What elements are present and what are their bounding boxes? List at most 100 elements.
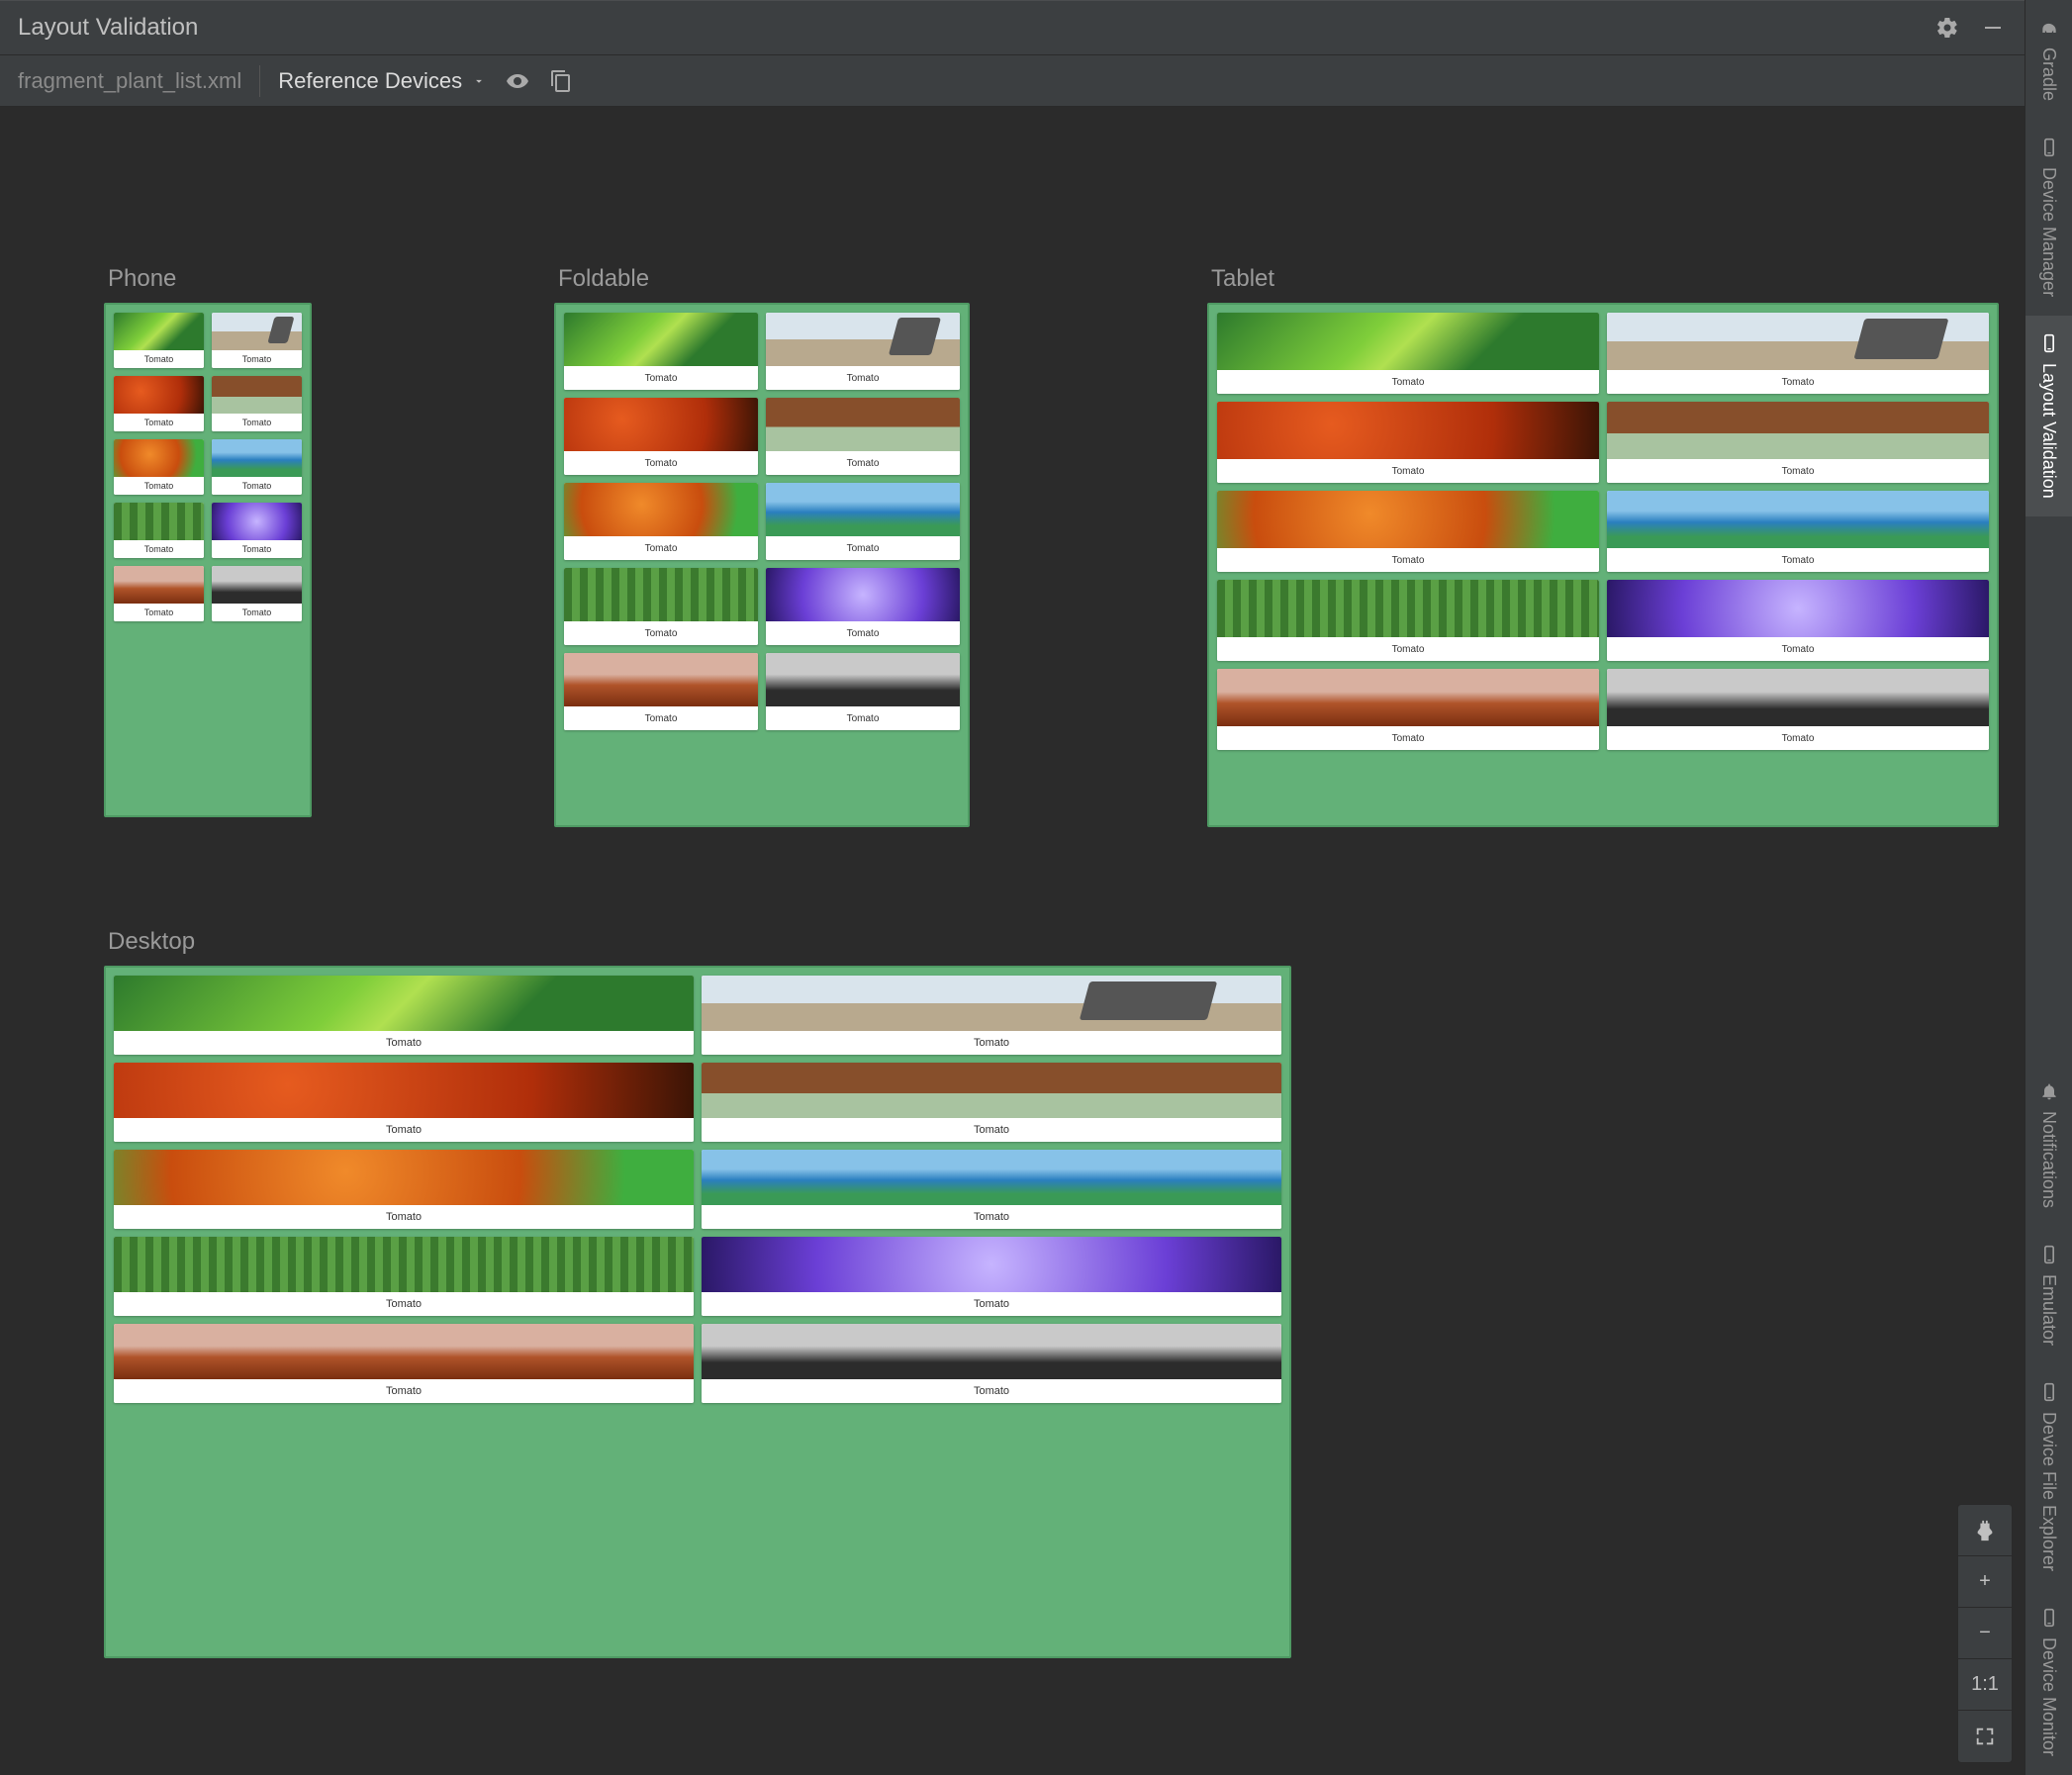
minimize-icon[interactable] [1979, 14, 2007, 42]
zoom-in-button[interactable]: + [1958, 1556, 2012, 1608]
rail-tab-emulator[interactable]: Emulator [2025, 1227, 2072, 1364]
phone-icon [2038, 1608, 2059, 1628]
plant-image [1607, 313, 1989, 370]
preview-group-foldable[interactable]: FoldableTomatoTomatoTomatoTomatoTomatoTo… [554, 265, 970, 827]
plant-card[interactable]: Tomato [114, 1063, 694, 1142]
right-tool-rail: GradleDevice ManagerLayout Validation Not… [2025, 0, 2072, 1775]
plant-image [1607, 580, 1989, 637]
plant-image [766, 313, 960, 366]
plant-card[interactable]: Tomato [766, 653, 960, 730]
plant-card[interactable]: Tomato [564, 313, 758, 390]
plant-card[interactable]: Tomato [114, 1324, 694, 1403]
plant-card[interactable]: Tomato [114, 313, 204, 368]
plant-label: Tomato [114, 1205, 694, 1229]
plant-image [702, 976, 1281, 1031]
plant-label: Tomato [114, 604, 204, 621]
plant-label: Tomato [114, 414, 204, 431]
plant-image [1217, 491, 1599, 548]
preview-group-phone[interactable]: PhoneTomatoTomatoTomatoTomatoTomatoTomat… [104, 265, 312, 817]
plant-card[interactable]: Tomato [564, 483, 758, 560]
zoom-out-button[interactable]: − [1958, 1608, 2012, 1659]
plant-image [766, 568, 960, 621]
device-frame[interactable]: TomatoTomatoTomatoTomatoTomatoTomatoToma… [554, 303, 970, 827]
plant-label: Tomato [766, 536, 960, 560]
plant-card[interactable]: Tomato [766, 313, 960, 390]
device-frame[interactable]: TomatoTomatoTomatoTomatoTomatoTomatoToma… [104, 966, 1291, 1658]
plant-label: Tomato [564, 451, 758, 475]
zoom-fit-button[interactable] [1958, 1711, 2012, 1762]
plant-card[interactable]: Tomato [702, 1237, 1281, 1316]
plant-card[interactable]: Tomato [702, 1150, 1281, 1229]
chevron-down-icon [472, 74, 486, 88]
phone-icon [2038, 138, 2059, 157]
plant-card[interactable]: Tomato [114, 439, 204, 495]
one-to-one-button[interactable]: 1:1 [1958, 1659, 2012, 1711]
preview-canvas[interactable]: + − 1:1 PhoneTomatoTomatoTomatoTomatoTom… [0, 107, 2025, 1775]
rail-tab-device-monitor[interactable]: Device Monitor [2025, 1590, 2072, 1775]
plant-label: Tomato [1217, 637, 1599, 661]
plant-card[interactable]: Tomato [702, 976, 1281, 1055]
reference-devices-dropdown[interactable]: Reference Devices [278, 68, 486, 94]
rail-tab-notifications[interactable]: Notifications [2025, 1064, 2072, 1227]
plant-card[interactable]: Tomato [114, 1237, 694, 1316]
rail-tab-device-file-explorer[interactable]: Device File Explorer [2025, 1364, 2072, 1590]
plant-card[interactable]: Tomato [212, 439, 302, 495]
plant-card[interactable]: Tomato [114, 503, 204, 558]
plant-image [114, 1237, 694, 1292]
plant-card[interactable]: Tomato [702, 1324, 1281, 1403]
file-breadcrumb[interactable]: fragment_plant_list.xml [18, 68, 241, 94]
visibility-icon[interactable] [504, 67, 531, 95]
rail-tab-device-manager[interactable]: Device Manager [2025, 120, 2072, 316]
preview-group-desktop[interactable]: DesktopTomatoTomatoTomatoTomatoTomatoTom… [104, 928, 1291, 1658]
plant-card[interactable]: Tomato [212, 566, 302, 621]
rail-tab-gradle[interactable]: Gradle [2025, 0, 2072, 120]
plant-label: Tomato [564, 366, 758, 390]
plant-card[interactable]: Tomato [1607, 669, 1989, 750]
plant-card[interactable]: Tomato [114, 376, 204, 431]
phone-icon [2038, 1382, 2059, 1402]
plant-image [1607, 669, 1989, 726]
plant-label: Tomato [702, 1379, 1281, 1403]
gear-icon[interactable] [1933, 14, 1961, 42]
preview-group-tablet[interactable]: TabletTomatoTomatoTomatoTomatoTomatoToma… [1207, 265, 1999, 827]
plant-card[interactable]: Tomato [702, 1063, 1281, 1142]
rail-tab-layout-validation[interactable]: Layout Validation [2025, 316, 2072, 517]
plant-card[interactable]: Tomato [766, 398, 960, 475]
device-frame[interactable]: TomatoTomatoTomatoTomatoTomatoTomatoToma… [1207, 303, 1999, 827]
plant-card[interactable]: Tomato [1607, 402, 1989, 483]
plant-card[interactable]: Tomato [212, 376, 302, 431]
copy-icon[interactable] [547, 67, 575, 95]
plant-label: Tomato [212, 604, 302, 621]
plant-card[interactable]: Tomato [766, 483, 960, 560]
plant-label: Tomato [114, 350, 204, 368]
plant-image [114, 1063, 694, 1118]
plant-card[interactable]: Tomato [114, 1150, 694, 1229]
plant-card[interactable]: Tomato [1217, 402, 1599, 483]
plant-card[interactable]: Tomato [1217, 669, 1599, 750]
plant-card[interactable]: Tomato [114, 976, 694, 1055]
plant-label: Tomato [1607, 726, 1989, 750]
plant-card[interactable]: Tomato [114, 566, 204, 621]
plant-card[interactable]: Tomato [1217, 491, 1599, 572]
plant-image [1607, 491, 1989, 548]
plant-card[interactable]: Tomato [564, 568, 758, 645]
preview-label: Foldable [554, 265, 970, 293]
device-frame[interactable]: TomatoTomatoTomatoTomatoTomatoTomatoToma… [104, 303, 312, 817]
plant-card[interactable]: Tomato [564, 653, 758, 730]
plant-card[interactable]: Tomato [766, 568, 960, 645]
plant-card[interactable]: Tomato [1607, 491, 1989, 572]
plant-card[interactable]: Tomato [564, 398, 758, 475]
plant-card[interactable]: Tomato [212, 503, 302, 558]
plant-label: Tomato [1217, 370, 1599, 394]
plant-image [766, 653, 960, 706]
preview-label: Tablet [1207, 265, 1999, 293]
plant-card[interactable]: Tomato [1217, 313, 1599, 394]
plant-image [1217, 313, 1599, 370]
plant-image [564, 483, 758, 536]
plant-card[interactable]: Tomato [1607, 313, 1989, 394]
plant-card[interactable]: Tomato [1607, 580, 1989, 661]
plant-label: Tomato [114, 477, 204, 495]
plant-card[interactable]: Tomato [1217, 580, 1599, 661]
pan-button[interactable] [1958, 1505, 2012, 1556]
plant-card[interactable]: Tomato [212, 313, 302, 368]
